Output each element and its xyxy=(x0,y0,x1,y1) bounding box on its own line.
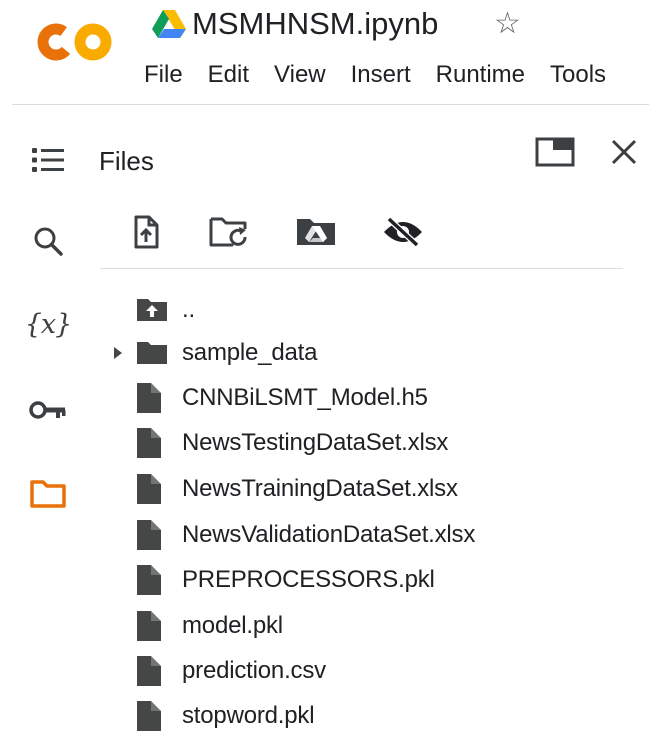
file-name: NewsTestingDataSet.xlsx xyxy=(182,429,449,456)
list-item[interactable]: NewsTestingDataSet.xlsx xyxy=(100,421,640,465)
parent-folder-label: .. xyxy=(182,296,195,323)
header-divider xyxy=(12,104,649,105)
menu-bar: File Edit View Insert Runtime Tools xyxy=(144,57,606,93)
variables-icon[interactable]: {x} xyxy=(25,301,73,347)
open-in-tab-icon[interactable] xyxy=(533,130,577,174)
list-item[interactable]: NewsValidationDataSet.xlsx xyxy=(100,513,640,557)
close-icon[interactable] xyxy=(602,130,646,174)
hide-hidden-files-icon[interactable] xyxy=(381,210,425,254)
upload-file-icon[interactable] xyxy=(124,210,168,254)
file-icon xyxy=(137,474,161,504)
file-icon xyxy=(137,428,161,458)
list-item[interactable]: CNNBiLSMT_Model.h5 xyxy=(100,376,640,420)
menu-runtime[interactable]: Runtime xyxy=(436,61,525,89)
colab-logo[interactable] xyxy=(36,22,116,62)
menu-insert[interactable]: Insert xyxy=(351,61,411,89)
file-name: CNNBiLSMT_Model.h5 xyxy=(182,384,428,411)
list-item[interactable]: PREPROCESSORS.pkl xyxy=(100,558,640,602)
files-panel-title: Files xyxy=(99,146,154,176)
parent-folder-row[interactable]: .. xyxy=(100,288,640,332)
file-name: NewsTrainingDataSet.xlsx xyxy=(182,475,458,502)
search-icon[interactable] xyxy=(25,218,71,264)
key-icon[interactable] xyxy=(25,387,71,433)
file-icon xyxy=(137,520,161,550)
list-item[interactable]: stopword.pkl xyxy=(100,694,640,738)
file-name: sample_data xyxy=(182,339,318,366)
toolbar-divider xyxy=(100,268,623,269)
menu-edit[interactable]: Edit xyxy=(208,61,249,89)
file-icon xyxy=(137,565,161,595)
file-icon xyxy=(137,656,161,686)
mount-drive-icon[interactable] xyxy=(294,210,338,254)
file-icon xyxy=(137,383,161,413)
menu-file[interactable]: File xyxy=(144,61,183,89)
file-icon xyxy=(137,701,161,731)
table-of-contents-icon[interactable] xyxy=(25,137,71,183)
file-name: NewsValidationDataSet.xlsx xyxy=(182,521,476,548)
folder-up-icon xyxy=(137,299,167,321)
menu-tools[interactable]: Tools xyxy=(550,61,606,89)
caret-right-icon[interactable] xyxy=(113,346,123,360)
google-drive-icon xyxy=(152,10,186,38)
file-name: prediction.csv xyxy=(182,657,326,684)
list-item[interactable]: model.pkl xyxy=(100,604,640,648)
star-icon[interactable]: ☆ xyxy=(494,6,521,42)
list-item[interactable]: NewsTrainingDataSet.xlsx xyxy=(100,467,640,511)
refresh-folder-icon[interactable] xyxy=(207,210,251,254)
list-item[interactable]: sample_data xyxy=(100,331,640,375)
notebook-title[interactable]: MSMHNSM.ipynb xyxy=(192,2,438,46)
file-icon xyxy=(137,611,161,641)
file-name: model.pkl xyxy=(182,612,283,639)
files-folder-icon[interactable] xyxy=(25,471,71,517)
file-name: stopword.pkl xyxy=(182,702,315,729)
menu-view[interactable]: View xyxy=(274,61,326,89)
list-item[interactable]: prediction.csv xyxy=(100,649,640,693)
file-name: PREPROCESSORS.pkl xyxy=(182,566,435,593)
folder-icon xyxy=(137,342,167,364)
